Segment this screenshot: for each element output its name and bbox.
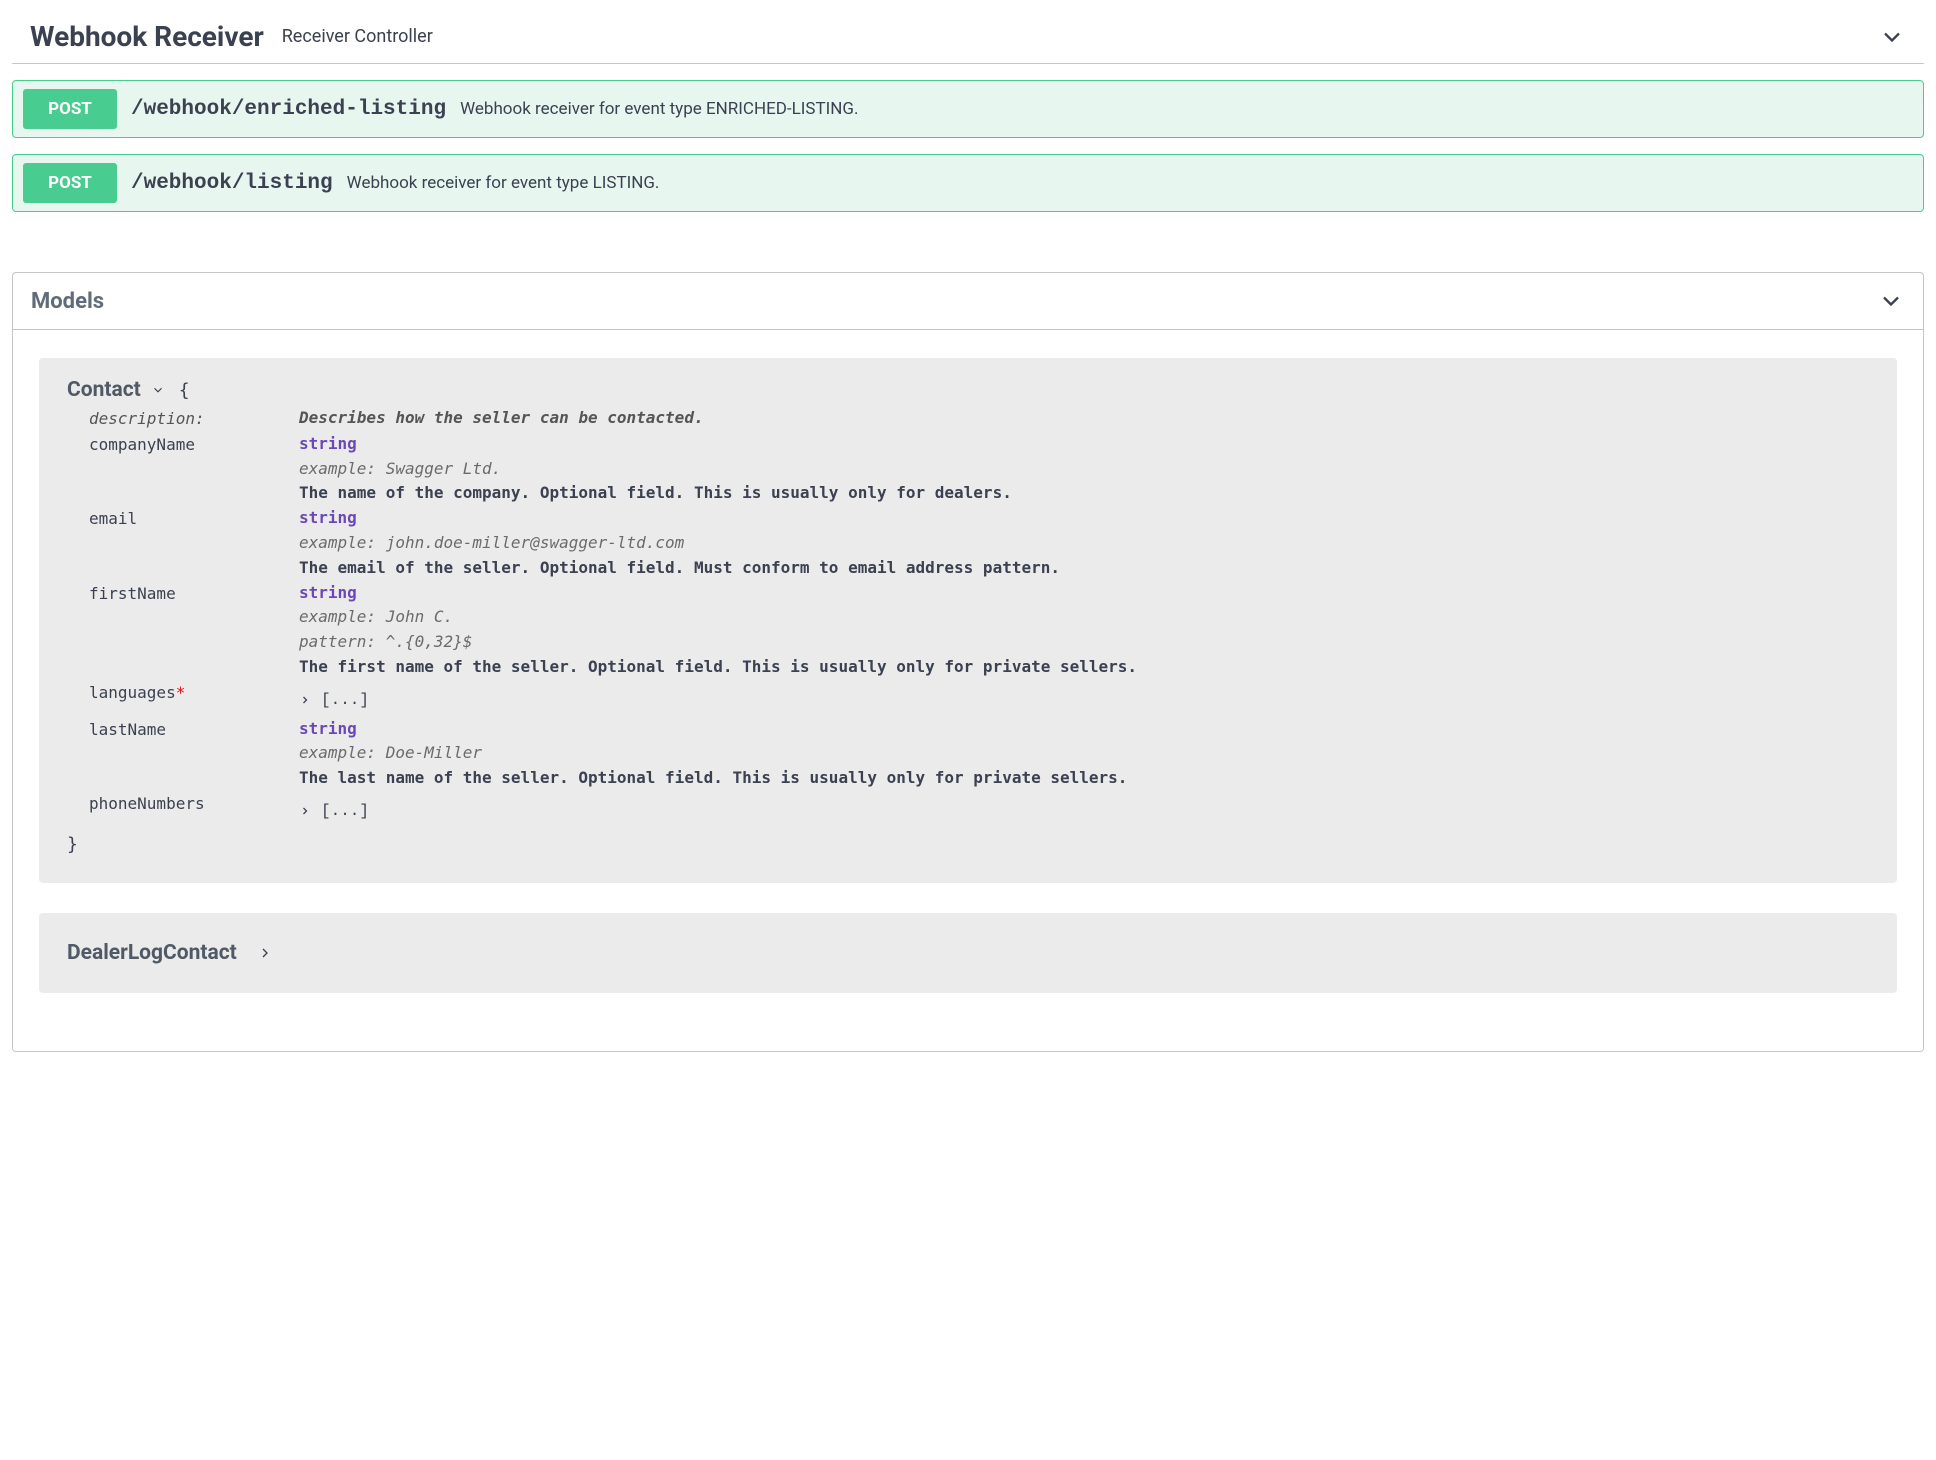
prop-languages: languages* [...] — [89, 680, 1869, 717]
operation-enriched-listing[interactable]: POST /webhook/enriched-listing Webhook r… — [12, 80, 1924, 138]
prop-label: email — [89, 506, 299, 532]
model-title-row[interactable]: Contact { — [67, 378, 1869, 402]
prop-firstName: firstName string example: John C. patter… — [89, 581, 1869, 680]
operation-listing[interactable]: POST /webhook/listing Webhook receiver f… — [12, 154, 1924, 212]
expand-array-toggle[interactable]: [...] — [299, 680, 369, 717]
model-description-row: description: Describes how the seller ca… — [89, 406, 1869, 432]
http-method-badge: POST — [23, 89, 117, 129]
prop-details: string example: john.doe-miller@swagger-… — [299, 506, 1060, 580]
required-star: * — [176, 683, 186, 702]
prop-details: [...] — [299, 791, 369, 828]
operation-summary: Webhook receiver for event type ENRICHED… — [460, 99, 858, 119]
models-header[interactable]: Models — [13, 273, 1923, 330]
chevron-down-icon — [151, 383, 165, 397]
prop-email: email string example: john.doe-miller@sw… — [89, 506, 1869, 580]
prop-label: firstName — [89, 581, 299, 607]
expand-array-toggle[interactable]: [...] — [299, 791, 369, 828]
prop-description: The email of the seller. Optional field.… — [299, 556, 1060, 581]
prop-type: string — [299, 506, 1060, 531]
chevron-down-icon — [1878, 23, 1906, 51]
chevron-right-icon — [299, 694, 311, 706]
tag-header[interactable]: Webhook Receiver Receiver Controller — [12, 10, 1924, 64]
prop-pattern: pattern: ^.{0,32}$ — [299, 630, 1137, 655]
prop-type: string — [299, 432, 1012, 457]
prop-description: The name of the company. Optional field.… — [299, 481, 1012, 506]
models-body: Contact { description: Describes how the… — [13, 330, 1923, 1051]
prop-label: companyName — [89, 432, 299, 458]
prop-example: example: Swagger Ltd. — [299, 457, 1012, 482]
prop-lastName: lastName string example: Doe-Miller The … — [89, 717, 1869, 791]
prop-type: string — [299, 717, 1127, 742]
tag-description: Receiver Controller — [282, 26, 1878, 47]
operation-path: /webhook/listing — [131, 172, 333, 195]
model-dealerlogcontact[interactable]: DealerLogContact — [39, 913, 1897, 993]
tag-title: Webhook Receiver — [30, 20, 264, 53]
collapsed-placeholder: [...] — [321, 799, 369, 824]
property-table: description: Describes how the seller ca… — [89, 406, 1869, 828]
prop-companyName: companyName string example: Swagger Ltd.… — [89, 432, 1869, 506]
close-brace: } — [67, 834, 1869, 855]
prop-example: example: john.doe-miller@swagger-ltd.com — [299, 531, 1060, 556]
description-label: description: — [89, 406, 299, 432]
chevron-down-icon — [1877, 287, 1905, 315]
prop-example: example: John C. — [299, 605, 1137, 630]
chevron-right-icon — [257, 945, 273, 961]
prop-details: string example: Swagger Ltd. The name of… — [299, 432, 1012, 506]
http-method-badge: POST — [23, 163, 117, 203]
operation-path: /webhook/enriched-listing — [131, 98, 446, 121]
prop-label: lastName — [89, 717, 299, 743]
chevron-right-icon — [299, 805, 311, 817]
model-name: Contact — [67, 378, 141, 402]
prop-label: phoneNumbers — [89, 791, 299, 817]
operation-summary: Webhook receiver for event type LISTING. — [347, 173, 660, 193]
prop-details: string example: John C. pattern: ^.{0,32… — [299, 581, 1137, 680]
prop-type: string — [299, 581, 1137, 606]
open-brace: { — [179, 380, 190, 401]
prop-label: languages* — [89, 680, 299, 706]
prop-phoneNumbers: phoneNumbers [...] — [89, 791, 1869, 828]
model-contact: Contact { description: Describes how the… — [39, 358, 1897, 883]
description-text: Describes how the seller can be contacte… — [299, 406, 704, 431]
prop-description: The last name of the seller. Optional fi… — [299, 766, 1127, 791]
prop-details: string example: Doe-Miller The last name… — [299, 717, 1127, 791]
collapsed-placeholder: [...] — [321, 688, 369, 713]
models-section: Models Contact { description: Describes … — [12, 272, 1924, 1052]
model-name: DealerLogContact — [67, 941, 237, 965]
prop-description: The first name of the seller. Optional f… — [299, 655, 1137, 680]
prop-details: [...] — [299, 680, 369, 717]
models-title: Models — [31, 289, 1877, 314]
prop-example: example: Doe-Miller — [299, 741, 1127, 766]
